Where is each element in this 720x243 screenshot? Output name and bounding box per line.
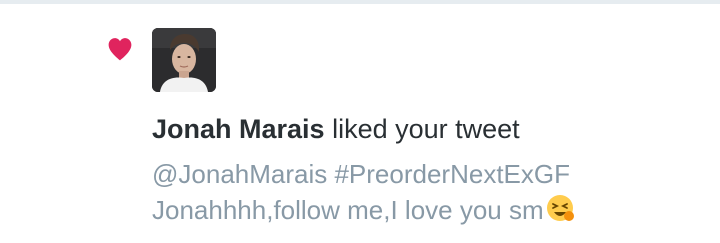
like-notification[interactable]: Jonah Marais liked your tweet @JonahMara… [0,4,720,243]
heart-icon [108,38,132,61]
notification-headline: Jonah Marais liked your tweet [152,112,520,146]
avatar-image [152,28,216,92]
avatar[interactable] [152,28,216,92]
tweet-preview[interactable]: @JonahMarais #PreorderNextExGF Jonahhhh,… [152,156,692,228]
tweet-line-2: Jonahhhh,follow me,I love you sm [152,192,692,228]
tired-face-emoji-icon [546,195,574,221]
tweet-line-2-text: Jonahhhh,follow me,I love you sm [152,195,544,225]
notifications-page: Jonah Marais liked your tweet @JonahMara… [0,0,720,243]
user-name-link[interactable]: Jonah Marais [152,114,325,144]
tweet-line-1: @JonahMarais #PreorderNextExGF [152,159,570,189]
action-text: liked your tweet [332,114,520,144]
